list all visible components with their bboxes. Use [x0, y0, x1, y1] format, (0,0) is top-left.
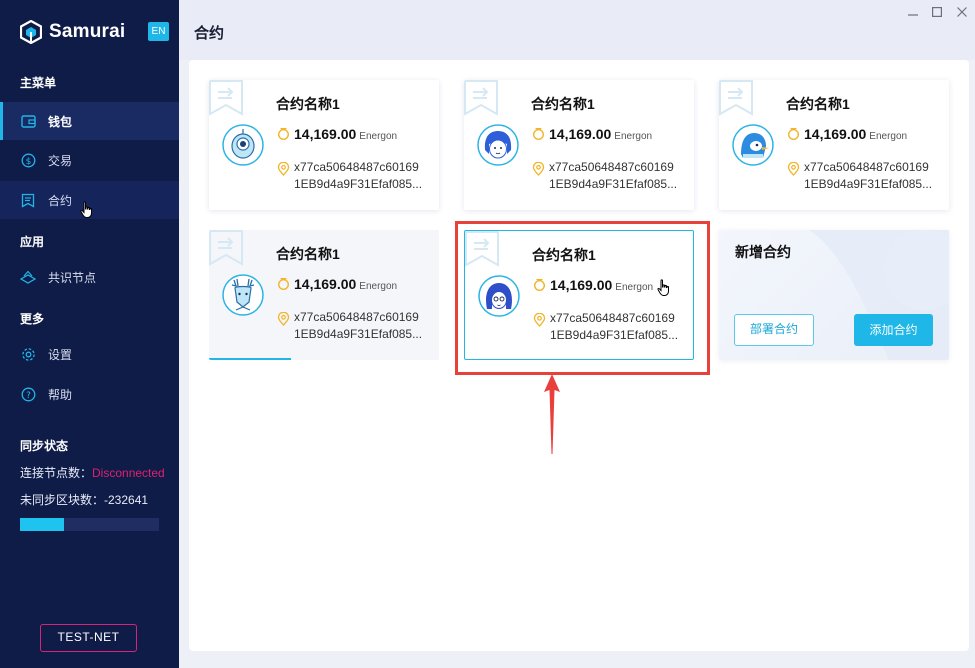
connected-nodes-value: Disconnected [92, 466, 165, 480]
main-menu-title: 主菜单 [20, 76, 57, 90]
sidebar-item-wallet[interactable]: 钱包 [0, 102, 179, 140]
balance-unit: Energon [359, 281, 398, 292]
sidebar-item-label: 钱包 [48, 114, 73, 129]
contract-address-line2: 1EB9d4a9F31Efaf085... [294, 327, 423, 341]
sync-progress-fill [20, 518, 65, 531]
wallet-icon [20, 113, 36, 129]
help-icon: ? [20, 386, 36, 402]
bookmark-icon [209, 80, 243, 116]
coin-medal-icon [788, 128, 799, 140]
location-pin-icon [787, 162, 800, 176]
sidebar-item-label: 交易 [48, 153, 73, 168]
penguin-avatar-icon [732, 124, 774, 166]
balance-value: 14,169.00 [294, 276, 357, 292]
contract-address-line1: x77ca50648487c60169 [804, 160, 929, 174]
svg-text:?: ? [26, 391, 31, 401]
contract-balance: 14,169.00 Energon [549, 126, 652, 142]
red-arrow-annotation-icon [544, 374, 560, 454]
balance-value: 14,169.00 [294, 126, 357, 142]
contract-icon [20, 192, 36, 208]
highlight-annotation-box [455, 221, 710, 375]
contract-name: 合约名称1 [276, 246, 340, 262]
contract-card[interactable]: 合约名称1 14,169.00 Energon x77ca50648487c601… [464, 80, 694, 210]
contract-address-line1: x77ca50648487c60169 [549, 160, 674, 174]
contract-address-line1: x77ca50648487c60169 [294, 310, 419, 324]
balance-value: 14,169.00 [549, 126, 612, 142]
deploy-contract-button[interactable]: 部署合约 [734, 314, 814, 346]
contract-card[interactable]: 合约名称1 14,169.00 Energon x77ca50648487c601… [719, 80, 949, 210]
dollar-circle-icon: $ [20, 152, 36, 168]
contract-card[interactable]: 合约名称1 14,169.00 Energon x77ca50648487c601… [209, 230, 439, 360]
unsynced-blocks-value: -232641 [104, 493, 149, 507]
contract-name: 合约名称1 [276, 96, 340, 112]
brand-name: Samurai [49, 21, 126, 42]
bookmark-icon [209, 230, 243, 266]
girl-avatar-icon [477, 124, 519, 166]
page-title: 合约 [194, 25, 225, 42]
network-button[interactable]: TEST-NET [40, 624, 137, 652]
deer-avatar-icon [222, 274, 264, 316]
more-title: 更多 [20, 312, 45, 326]
connected-nodes-label: 连接节点数： [20, 466, 93, 480]
contract-balance: 14,169.00 Energon [804, 126, 907, 142]
contract-address-line2: 1EB9d4a9F31Efaf085... [549, 177, 678, 191]
contract-name: 合约名称1 [786, 96, 850, 112]
bookmark-icon [719, 80, 753, 116]
contract-address-line1: x77ca50648487c60169 [294, 160, 419, 174]
sidebar-item-label: 设置 [48, 347, 73, 362]
unsynced-blocks-label: 未同步区块数： [20, 493, 105, 507]
contract-address-line2: 1EB9d4a9F31Efaf085... [294, 177, 423, 191]
mouse-pointer-icon [80, 201, 92, 218]
unsynced-blocks-line: 未同步区块数：-232641 [20, 491, 148, 508]
coin-medal-icon [533, 128, 544, 140]
apps-title: 应用 [20, 235, 45, 249]
connected-nodes-line: 连接节点数：Disconnected [20, 464, 165, 481]
balance-unit: Energon [869, 131, 908, 142]
samurai-logo-icon [20, 20, 42, 44]
contract-balance: 14,169.00 Energon [294, 276, 397, 292]
sidebar-item-label: 合约 [48, 193, 73, 208]
coin-medal-icon [278, 128, 289, 140]
sync-status-title: 同步状态 [20, 439, 69, 453]
contract-card[interactable]: 合约名称1 14,169.00 Energon x77ca50648487c601… [209, 80, 439, 210]
location-pin-icon [532, 162, 545, 176]
sidebar-item-label: 共识节点 [48, 270, 97, 285]
sidebar-item-transactions[interactable]: $ 交易 [0, 141, 179, 179]
language-toggle[interactable]: EN [148, 22, 169, 41]
contract-address-line2: 1EB9d4a9F31Efaf085... [804, 177, 933, 191]
sidebar-item-consensus-nodes[interactable]: 共识节点 [0, 258, 179, 296]
sidebar-item-label: 帮助 [48, 387, 73, 402]
alien-avatar-icon [222, 124, 264, 166]
contract-balance: 14,169.00 Energon [294, 126, 397, 142]
sync-progress-bar [20, 518, 159, 531]
sidebar: Samurai EN 主菜单 钱包 $ 交易 合约 应用 共识节点 更多 设置 [0, 0, 179, 668]
maximize-icon[interactable] [930, 6, 944, 20]
card-accent-bar [209, 358, 291, 360]
location-pin-icon [277, 162, 290, 176]
svg-text:$: $ [25, 156, 31, 166]
new-contract-title: 新增合约 [735, 244, 791, 260]
minimize-icon[interactable] [906, 6, 920, 20]
new-contract-card: 新增合约 部署合约 添加合约 [719, 230, 949, 360]
balance-unit: Energon [614, 131, 653, 142]
brand: Samurai [20, 18, 125, 46]
top-bar: 合约 [179, 0, 975, 60]
balance-value: 14,169.00 [804, 126, 867, 142]
sidebar-item-help[interactable]: ? 帮助 [0, 375, 179, 413]
add-contract-button[interactable]: 添加合约 [854, 314, 933, 346]
balance-unit: Energon [359, 131, 398, 142]
contract-name: 合约名称1 [531, 96, 595, 112]
location-pin-icon [277, 312, 290, 326]
coin-medal-icon [278, 278, 289, 290]
close-icon[interactable] [955, 6, 969, 20]
node-icon [20, 269, 36, 285]
gear-icon [20, 346, 36, 362]
sidebar-item-settings[interactable]: 设置 [0, 335, 179, 373]
bookmark-icon [464, 80, 498, 116]
